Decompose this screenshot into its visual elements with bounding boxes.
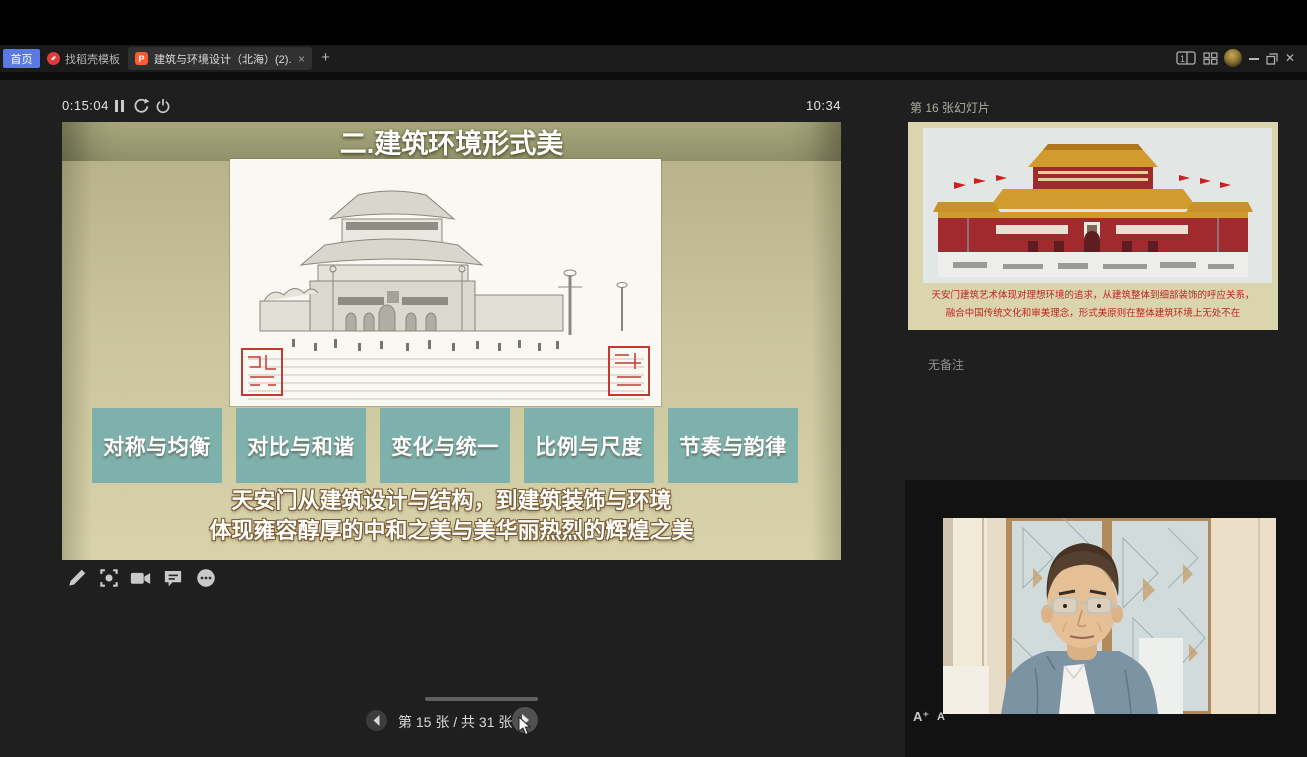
- tab-home[interactable]: 首页: [3, 49, 40, 68]
- minimize-button[interactable]: [1249, 58, 1259, 60]
- slide-position-label: 第 15 张 / 共 31 张: [398, 712, 512, 732]
- previous-slide-button[interactable]: [366, 710, 387, 731]
- slide-caption-line1: 天安门从建筑设计与结构，到建筑装饰与环境: [62, 483, 841, 515]
- principle-box-1: 对称与均衡: [92, 408, 222, 483]
- tab-document[interactable]: P 建筑与环境设计（北海）(2).pptx ×: [128, 47, 312, 70]
- principle-box-2: 对比与和谐: [236, 408, 366, 483]
- mouse-cursor: [518, 716, 532, 736]
- principle-box-4: 比例与尺度: [524, 408, 654, 483]
- next-slide-preview-image: 天安门建筑艺术体现对理想环境的追求，从建筑整体到细部装饰的呼应关系， 融合中国传…: [908, 122, 1278, 330]
- principle-box-3: 变化与统一: [380, 408, 510, 483]
- tab-bar: 首页 找稻壳模板 P 建筑与环境设计（北海）(2).pptx × + 1: [0, 45, 1307, 72]
- tab-grid-button[interactable]: [1203, 52, 1218, 70]
- filmstrip-scrollbar[interactable]: [425, 697, 538, 701]
- restore-button[interactable]: [1266, 52, 1278, 70]
- camera-icon: [130, 569, 151, 587]
- tab-docer[interactable]: 找稻壳模板: [47, 49, 120, 68]
- window-divider: [0, 72, 1307, 80]
- annotate-pen-button[interactable]: [64, 565, 90, 591]
- preview-caption-line1: 天安门建筑艺术体现对理想环境的追求，从建筑整体到细部装饰的呼应关系，: [931, 289, 1254, 301]
- more-ellipsis-icon: [196, 568, 216, 588]
- notes-empty-label: 无备注: [928, 356, 964, 373]
- refresh-icon: [133, 98, 150, 114]
- laser-pointer-icon: [99, 568, 119, 588]
- tab-home-label: 首页: [11, 51, 33, 67]
- principle-box-5: 节奏与韵律: [668, 408, 798, 483]
- docer-icon: [47, 52, 60, 65]
- comment-button[interactable]: [160, 565, 186, 591]
- power-icon: [155, 98, 171, 114]
- tiananmen-engraving-image: [230, 159, 661, 406]
- slide-caption-line2: 体现雍容醇厚的中和之美与美华丽热烈的辉煌之美: [62, 513, 841, 545]
- notes-font-larger-button[interactable]: A⁺: [913, 709, 929, 725]
- svg-text:1: 1: [1180, 54, 1185, 64]
- webcam-video: [943, 518, 1276, 714]
- comment-icon: [163, 569, 183, 588]
- screen: 首页 找稻壳模板 P 建筑与环境设计（北海）(2).pptx × + 1: [0, 0, 1307, 757]
- tab-docer-label: 找稻壳模板: [65, 51, 120, 67]
- laser-pointer-button[interactable]: [96, 565, 122, 591]
- next-slide-preview: 天安门建筑艺术体现对理想环境的追求，从建筑整体到细部装饰的呼应关系， 融合中国传…: [908, 122, 1278, 330]
- slide-canvas[interactable]: 二.建筑环境形式美: [62, 122, 841, 560]
- wps-ppt-icon: P: [135, 52, 148, 65]
- tab-document-label: 建筑与环境设计（北海）(2).pptx: [154, 51, 292, 67]
- clock-label: 10:34: [700, 98, 841, 113]
- pen-icon: [67, 568, 87, 588]
- camera-button[interactable]: [127, 565, 153, 591]
- end-show-button[interactable]: [150, 93, 176, 119]
- pane-layout-icon: 1: [1176, 51, 1197, 66]
- slide-title: 二.建筑环境形式美: [62, 122, 841, 161]
- more-tools-button[interactable]: [193, 565, 219, 591]
- previous-arrow-icon: [371, 714, 382, 727]
- tab-close-icon[interactable]: ×: [298, 52, 305, 66]
- close-button[interactable]: ✕: [1283, 47, 1297, 69]
- restore-icon: [1266, 53, 1278, 65]
- timer-label: 0:15:04: [62, 98, 109, 113]
- tab-grid-icon: [1203, 52, 1218, 65]
- new-tab-button[interactable]: +: [316, 48, 335, 67]
- webcam-presenter-portrait: [943, 518, 1276, 714]
- next-slide-header: 第 16 张幻灯片: [910, 99, 990, 116]
- user-avatar[interactable]: [1224, 49, 1242, 67]
- pane-layout-button[interactable]: 1: [1176, 51, 1197, 71]
- filmstrip: 二.建筑环境形式美: [0, 594, 905, 694]
- pause-icon: [113, 99, 126, 113]
- preview-caption-line2: 融合中国传统文化和审美理念，形式美原则在整体建筑环境上无处不在: [946, 307, 1241, 319]
